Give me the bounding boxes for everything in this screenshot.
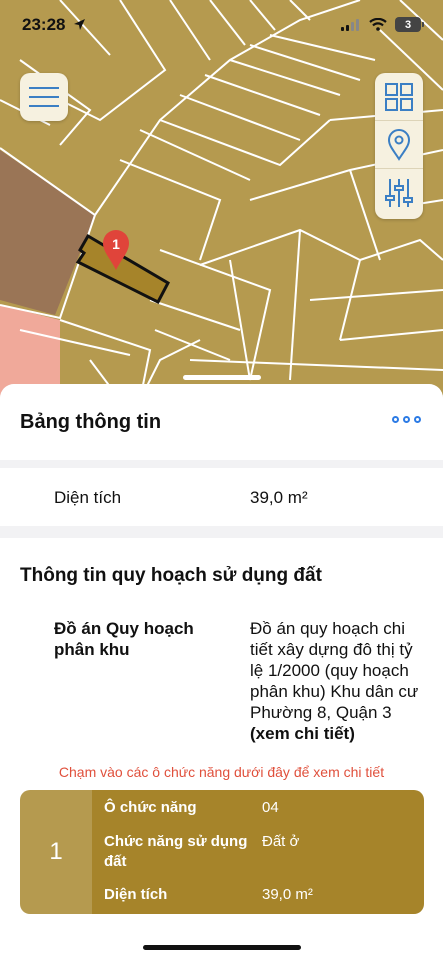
- function-row-value: 04: [262, 799, 279, 816]
- function-row: Diện tích 39,0 m²: [104, 885, 414, 905]
- battery-icon: 3: [395, 17, 424, 32]
- sheet-drag-handle[interactable]: [183, 375, 261, 380]
- sheet-header: Bảng thông tin: [0, 384, 443, 460]
- function-hint: Chạm vào các ô chức năng dưới đây để xem…: [58, 764, 385, 780]
- area-row: Diện tích 39,0 m²: [0, 468, 443, 526]
- status-time: 23:28: [22, 15, 86, 35]
- function-row-key: Diện tích: [104, 886, 168, 903]
- sliders-icon: [385, 179, 413, 207]
- function-cell-number: 1: [20, 790, 92, 914]
- status-bar: 23:28 3: [0, 0, 443, 52]
- map-view[interactable]: 1 23:28 3: [0, 0, 443, 400]
- svg-text:1: 1: [112, 236, 120, 252]
- plan-value: Đồ án quy hoạch chi tiết xây dựng đô thị…: [250, 618, 430, 744]
- map-tools: [375, 73, 423, 219]
- wifi-icon: [369, 18, 387, 31]
- area-label: Diện tích: [54, 488, 122, 507]
- status-icons: 3: [341, 17, 424, 32]
- hamburger-icon: [29, 87, 59, 107]
- function-row-key: Chức năng sử dụng đất: [104, 833, 248, 870]
- location-pin-icon: [387, 128, 411, 161]
- plan-description: Đồ án quy hoạch chi tiết xây dựng đô thị…: [250, 619, 419, 722]
- location-arrow-icon: [74, 19, 86, 30]
- function-cell-details: Ô chức năng 04 Chức năng sử dụng đất Đất…: [92, 790, 424, 914]
- view-details-link[interactable]: (xem chi tiết): [250, 724, 355, 743]
- info-sheet: Bảng thông tin Diện tích 39,0 m² Thông t…: [0, 384, 443, 960]
- more-dot-icon: [403, 416, 410, 423]
- more-options-button[interactable]: [392, 416, 421, 423]
- function-row-value: Đất ở: [262, 833, 300, 850]
- planning-heading: Thông tin quy hoạch sử dụng đất: [20, 565, 322, 586]
- function-row-key: Ô chức năng: [104, 799, 197, 816]
- area-value: 39,0 m²: [250, 488, 308, 507]
- home-indicator[interactable]: [143, 945, 301, 950]
- plan-label: Đồ án Quy hoạch phân khu: [54, 619, 194, 659]
- function-row: Ô chức năng 04: [104, 798, 414, 818]
- locate-button[interactable]: [375, 121, 423, 169]
- more-dot-icon: [414, 416, 421, 423]
- layers-button[interactable]: [375, 73, 423, 121]
- more-dot-icon: [392, 416, 399, 423]
- grid-icon: [385, 82, 413, 111]
- menu-button[interactable]: [20, 73, 68, 121]
- function-row: Chức năng sử dụng đất Đất ở: [104, 832, 414, 872]
- sheet-title: Bảng thông tin: [20, 411, 162, 433]
- filter-button[interactable]: [375, 169, 423, 217]
- function-row-value: 39,0 m²: [262, 886, 313, 903]
- planning-section: Thông tin quy hoạch sử dụng đất Đồ án Qu…: [0, 538, 443, 960]
- function-cell-card[interactable]: 1 Ô chức năng 04 Chức năng sử dụng đất Đ…: [20, 790, 424, 914]
- signal-icon: [341, 18, 359, 31]
